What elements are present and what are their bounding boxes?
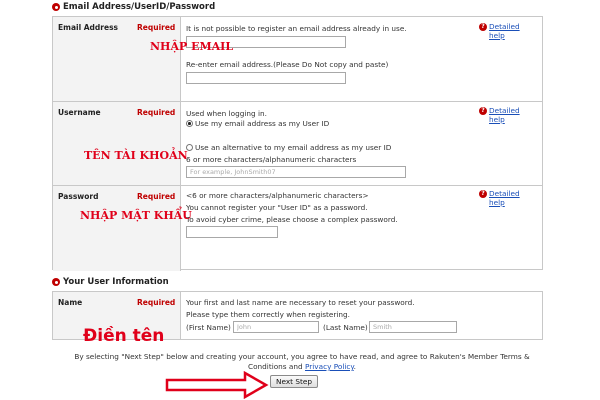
- agreement-line-2-text: Conditions and: [247, 362, 303, 371]
- annotation-email: NHẬP EMAIL: [150, 40, 234, 53]
- name-note-correct: Please type them correctly when register…: [186, 310, 351, 319]
- username-label: Username: [58, 108, 101, 117]
- last-name-label: (Last Name): [323, 323, 368, 332]
- section-header-info: Your User Information: [52, 277, 169, 287]
- question-icon: ?: [479, 190, 487, 198]
- section-bullet-icon: [52, 3, 60, 11]
- section-title: Email Address/UserID/Password: [63, 2, 216, 12]
- username-rule: 6 or more characters/alphanumeric charac…: [186, 155, 357, 164]
- email-confirm-input[interactable]: [186, 72, 346, 84]
- label-cell: Username Required: [53, 102, 181, 185]
- help-email[interactable]: ? Detailed help: [479, 22, 525, 40]
- password-rule: <6 or more characters/alphanumeric chara…: [186, 191, 369, 200]
- account-form-table: Email Address Required It is not possibl…: [52, 16, 543, 271]
- annotation-password: NHẬP MẬT KHẨU: [80, 209, 192, 222]
- agreement-period: .: [353, 362, 356, 371]
- option-use-email-label[interactable]: Use my email address as my User ID: [195, 119, 329, 128]
- label-cell: Password Required: [53, 186, 181, 271]
- password-row: Password Required <6 or more characters/…: [53, 185, 542, 271]
- last-name-input[interactable]: [369, 321, 457, 333]
- password-input[interactable]: [186, 226, 278, 238]
- annotation-username: TÊN TÀI KHOẢN: [84, 149, 188, 162]
- section-bullet-icon: [52, 278, 60, 286]
- username-row: Username Required Used when logging in. …: [53, 101, 542, 185]
- radio-use-email[interactable]: [186, 120, 193, 127]
- section-title: Your User Information: [63, 277, 169, 287]
- name-note-reset: Your first and last name are necessary t…: [186, 298, 415, 307]
- agreement-line-1: By selecting "Next Step" below and creat…: [74, 352, 530, 361]
- agreement-text: By selecting "Next Step" below and creat…: [52, 352, 552, 372]
- password-label: Password: [58, 192, 99, 201]
- option-use-alternative-label[interactable]: Use an alternative to my email address a…: [195, 143, 391, 152]
- help-username[interactable]: ? Detailed help: [479, 106, 525, 124]
- required-badge: Required: [137, 192, 176, 201]
- agreement-line-2: Conditions and Privacy Policy.: [52, 362, 552, 372]
- password-warning-complex: To avoid cyber crime, please choose a co…: [186, 215, 398, 224]
- help-password[interactable]: ? Detailed help: [479, 189, 525, 207]
- arrow-right-icon: [165, 371, 269, 399]
- password-warning-userid: You cannot register your "User ID" as a …: [186, 203, 368, 212]
- email-note: It is not possible to register an email …: [186, 24, 407, 33]
- name-label: Name: [58, 298, 83, 307]
- required-badge: Required: [137, 23, 176, 32]
- detailed-help-link[interactable]: Detailed help: [489, 189, 525, 207]
- question-icon: ?: [479, 107, 487, 115]
- question-icon: ?: [479, 23, 487, 31]
- email-label: Email Address: [58, 23, 119, 32]
- username-used-when: Used when logging in.: [186, 109, 267, 118]
- email-row: Email Address Required It is not possibl…: [53, 17, 542, 101]
- privacy-policy-link[interactable]: Privacy Policy: [305, 362, 354, 371]
- required-badge: Required: [137, 298, 176, 307]
- section-header-account: Email Address/UserID/Password: [52, 2, 215, 12]
- annotation-name: Điền tên: [83, 326, 165, 346]
- first-name-label: (First Name): [186, 323, 231, 332]
- email-reenter-note: Re-enter email address.(Please Do Not co…: [186, 60, 389, 69]
- username-input[interactable]: [186, 166, 406, 178]
- first-name-input[interactable]: [233, 321, 319, 333]
- required-badge: Required: [137, 108, 176, 117]
- detailed-help-link[interactable]: Detailed help: [489, 22, 525, 40]
- detailed-help-link[interactable]: Detailed help: [489, 106, 525, 124]
- label-cell: Email Address Required: [53, 17, 181, 101]
- next-step-button[interactable]: Next Step: [270, 375, 318, 388]
